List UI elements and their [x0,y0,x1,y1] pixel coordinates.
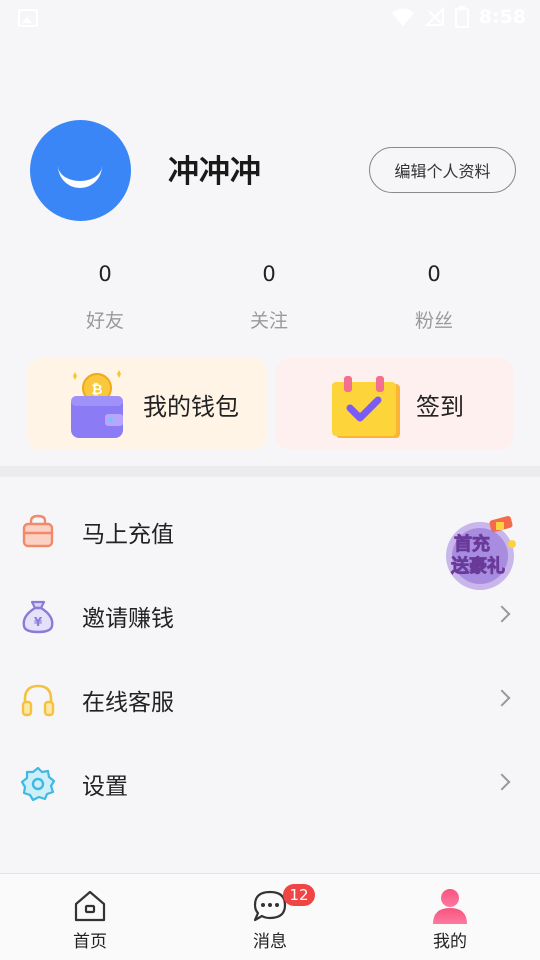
svg-text:₿: ₿ [91,382,102,398]
messages-unread-badge: 12 [283,884,315,906]
menu-label-recharge: 马上充值 [82,522,174,548]
shopping-bag-icon [22,514,54,548]
chevron-right-icon [493,689,511,707]
image-notification-icon [18,9,38,27]
menu-label-settings: 设置 [82,774,128,800]
bottom-tab-bar: 首页 12 消息 我的 [0,873,540,960]
home-icon [74,890,106,922]
user-icon [433,889,467,924]
tab-me-label: 我的 [433,932,467,952]
wallet-icon: ₿ [71,370,123,438]
stat-fans-label: 粉丝 [414,310,453,332]
menu-label-invite: 邀请赚钱 [82,606,174,632]
promo-text-line2: 送豪礼 [450,555,505,577]
status-bar: 8:58 [0,0,540,36]
headset-icon [21,684,55,717]
svg-text:¥: ¥ [34,615,43,629]
money-bag-icon: ¥ [22,600,54,634]
menu-item-support[interactable]: 在线客服 [0,658,540,742]
stat-friends[interactable]: 0 好友 [45,262,165,333]
section-divider [0,466,540,477]
avatar[interactable] [30,120,131,221]
signal-icon [424,7,444,26]
menu-item-settings[interactable]: 设置 [0,742,540,826]
tab-messages-label: 消息 [253,932,287,952]
edit-profile-button[interactable]: 编辑个人资料 [369,147,516,193]
promo-text-line1: 首充 [454,533,490,555]
wifi-icon [391,8,414,26]
signin-card[interactable]: 签到 [275,358,513,450]
tab-home-label: 首页 [73,932,107,952]
wallet-card[interactable]: ₿ 我的钱包 [27,358,267,450]
wallet-label: 我的钱包 [143,392,239,421]
tab-home[interactable]: 首页 [30,874,150,960]
menu-label-support: 在线客服 [82,690,174,716]
stat-fans-count: 0 [427,262,441,286]
first-recharge-promo-badge[interactable]: 首充 送豪礼 [438,514,520,594]
status-icons: 8:58 [391,6,526,28]
stat-following-count: 0 [262,262,276,286]
calendar-check-icon [332,376,400,438]
tab-me[interactable]: 我的 [390,874,510,960]
stat-following[interactable]: 0 关注 [209,262,329,333]
stat-fans[interactable]: 0 粉丝 [374,262,494,333]
tab-messages[interactable]: 12 消息 [210,874,330,960]
status-time: 8:58 [478,6,526,28]
stat-following-label: 关注 [249,310,288,332]
avatar-smile-icon [58,160,102,188]
chevron-right-icon [493,605,511,623]
battery-icon [454,6,469,28]
gear-icon [20,766,56,802]
signin-label: 签到 [416,392,464,421]
chevron-right-icon [493,773,511,791]
stat-friends-label: 好友 [85,310,124,332]
username: 冲冲冲 [168,154,261,190]
stat-friends-count: 0 [98,262,112,286]
